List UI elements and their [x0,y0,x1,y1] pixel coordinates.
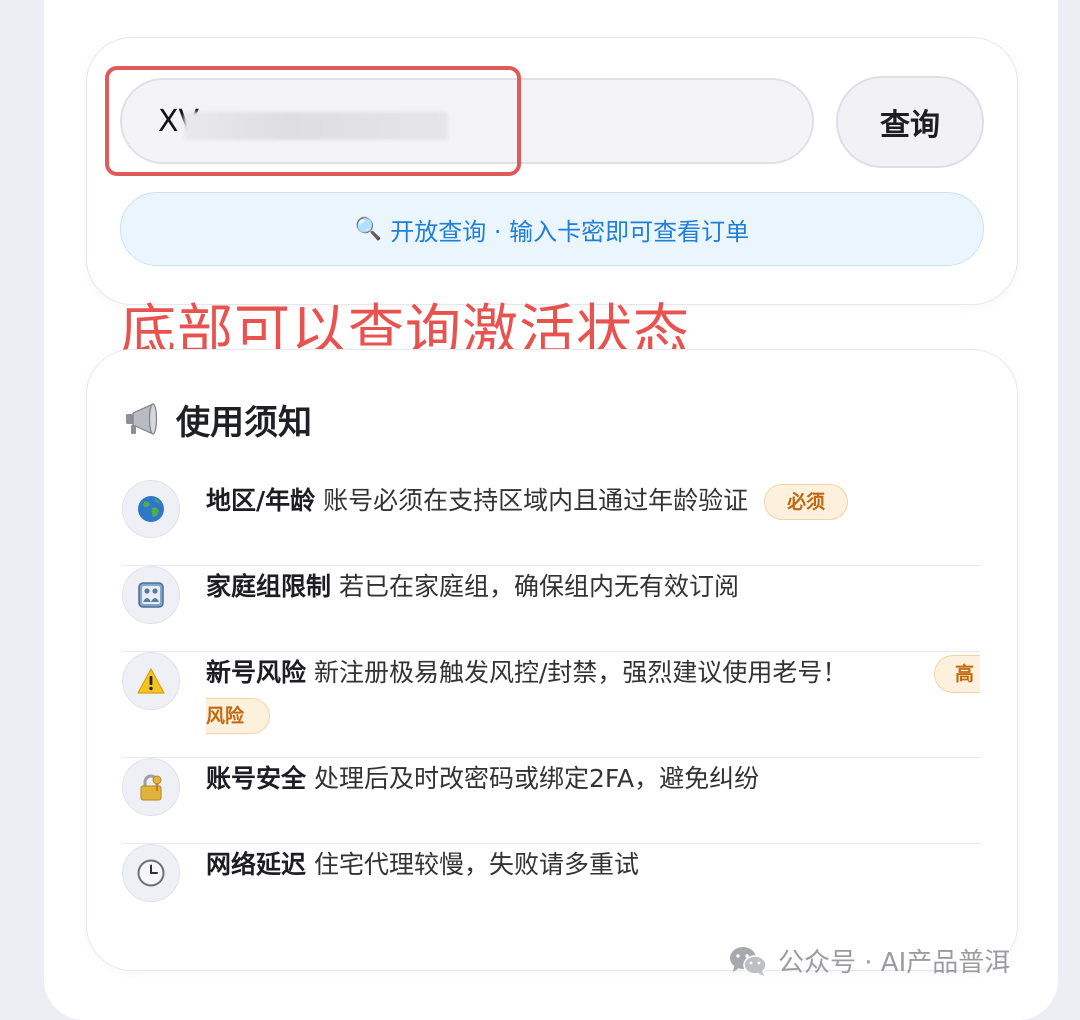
notice-item-desc: 账号必须在支持区域内且通过年龄验证 [323,486,749,515]
required-badge: 必须 [764,484,849,520]
notice-item-desc: 新注册极易触发风控/封禁，强烈建议使用老号！ [313,658,848,687]
notice-item-label: 新号风险 [206,658,307,687]
notice-item-label: 网络延迟 [206,850,307,879]
notice-item-text: 家庭组限制 若已在家庭组，确保组内无有效订阅 [206,566,980,608]
notice-item-desc: 住宅代理较慢，失败请多重试 [313,850,639,879]
wechat-icon [730,946,767,976]
high-risk-badge-cont: 风险 [206,698,270,734]
lock-key-icon [122,758,180,816]
notice-item-label: 家庭组限制 [206,572,332,601]
warning-icon [122,652,180,710]
annotation-highlight-box [105,66,521,176]
open-query-text: 开放查询 · 输入卡密即可查看订单 [390,217,750,246]
notice-item-label: 账号安全 [206,764,307,793]
watermark: 公众号 · AI产品普洱 [728,942,1010,979]
watermark-text: 公众号 · AI产品普洱 [778,948,1011,978]
notice-item-text: 账号安全 处理后及时改密码或绑定2FA，避免纠纷 [206,758,980,800]
notice-item-desc: 处理后及时改密码或绑定2FA，避免纠纷 [313,764,760,793]
clock-icon [122,844,180,902]
notice-item-text: 新号风险 新注册极易触发风控/封禁，强烈建议使用老号！ [206,652,980,736]
megaphone-icon [126,403,158,435]
notice-title: 使用须知 [122,394,312,444]
globe-icon [122,480,180,538]
notice-title-text: 使用须知 [176,402,312,443]
high-risk-badge: 高 [934,655,980,693]
notice-item-desc: 若已在家庭组，确保组内无有效订阅 [338,572,739,601]
query-button[interactable]: 查询 [836,76,984,168]
notice-item-label: 地区/年龄 [206,486,316,515]
family-icon [122,566,180,624]
notice-item-text: 地区/年龄 账号必须在支持区域内且通过年龄验证 必须 [206,480,980,522]
magnifier-icon: 🔍 [354,216,383,242]
open-query-link[interactable]: 🔍 开放查询 · 输入卡密即可查看订单 [120,192,984,266]
notice-item-text: 网络延迟 住宅代理较慢，失败请多重试 [206,844,980,886]
